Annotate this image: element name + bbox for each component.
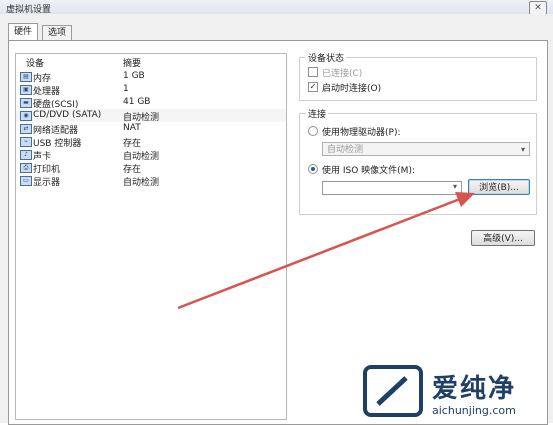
memory-icon: ▤	[20, 72, 32, 82]
device-row-memory[interactable]: ▤ 内存 1 GB	[16, 70, 286, 84]
cdrom-icon: ◉	[20, 111, 32, 121]
physical-drive-value: 自动检测	[327, 145, 364, 155]
watermark-url: aichunjing.com	[432, 404, 516, 417]
watermark-text: 爱纯净	[432, 374, 517, 404]
device-name: 显示器	[33, 178, 61, 188]
monitor-icon: ▭	[20, 176, 32, 186]
physical-drive-select[interactable]: 自动检测 ▾	[322, 142, 530, 156]
processor-icon: ▣	[20, 85, 32, 95]
physical-drive-radio[interactable]	[308, 126, 318, 136]
chevron-down-icon[interactable]: ▾	[453, 182, 457, 191]
column-header-summary[interactable]: 摘要	[123, 56, 141, 69]
tab-hardware[interactable]: 硬件	[8, 23, 39, 40]
device-row-monitor[interactable]: ▭ 显示器 自动检测	[16, 174, 286, 188]
device-list-header: 设备 摘要	[16, 54, 286, 69]
device-summary: 1 GB	[123, 71, 145, 81]
iso-image-label: 使用 ISO 映像文件(M):	[322, 166, 415, 176]
device-row-harddisk[interactable]: ▬ 硬盘(SCSI) 41 GB	[16, 96, 286, 110]
harddisk-icon: ▬	[20, 98, 32, 108]
connected-label: 已连接(C)	[322, 69, 363, 79]
connected-checkbox[interactable]	[308, 67, 318, 77]
physical-drive-label: 使用物理驱动器(P):	[322, 128, 401, 138]
device-row-processor[interactable]: ▣ 处理器 1	[16, 83, 286, 97]
device-row-network[interactable]: ⇄ 网络适配器 NAT	[16, 122, 286, 136]
device-row-sound[interactable]: ♪ 声卡 自动检测	[16, 148, 286, 162]
usb-icon: ⌁	[20, 137, 32, 147]
close-button[interactable]: ✕	[529, 1, 547, 15]
browse-button[interactable]: 浏览(B)...	[468, 179, 530, 195]
connection-group: 连接 使用物理驱动器(P): 自动检测 ▾ 使用 ISO 映像文件(M): ▾ …	[299, 107, 537, 215]
watermark-logo-icon	[363, 365, 423, 417]
iso-path-combo[interactable]: ▾	[322, 181, 462, 195]
title-bar: 虚拟机设置 ✕	[0, 0, 553, 15]
device-row-cdrom[interactable]: ◉ CD/DVD (SATA) 自动检测	[16, 109, 286, 123]
device-summary: 自动检测	[123, 178, 160, 188]
device-status-title: 设备状态	[306, 51, 347, 64]
device-summary: 1	[123, 84, 129, 94]
printer-icon: ⎙	[20, 163, 32, 173]
device-summary: 41 GB	[123, 97, 151, 107]
device-summary: NAT	[123, 123, 141, 133]
tab-options[interactable]: 选项	[42, 25, 73, 40]
connect-at-power-on-checkbox[interactable]: ✓	[308, 82, 318, 92]
column-header-device[interactable]: 设备	[26, 56, 44, 69]
watermark: 爱纯净 aichunjing.com	[362, 364, 552, 422]
chevron-down-icon: ▾	[520, 145, 525, 154]
device-row-printer[interactable]: ⎙ 打印机 存在	[16, 161, 286, 175]
sound-icon: ♪	[20, 150, 32, 160]
dialog-window: 硬件 选项 设备 摘要 ▤ 内存 1 GB ▣ 处理器 1 ▬ 硬盘(SCSI)…	[0, 14, 553, 425]
device-name: CD/DVD (SATA)	[33, 110, 102, 120]
network-icon: ⇄	[20, 124, 32, 134]
device-row-usb[interactable]: ⌁ USB 控制器 存在	[16, 135, 286, 149]
connect-at-power-on-label: 启动时连接(O)	[322, 84, 382, 94]
advanced-button[interactable]: 高级(V)...	[471, 230, 535, 246]
device-status-group: 设备状态 已连接(C) ✓ 启动时连接(O)	[299, 51, 537, 101]
connection-title: 连接	[306, 107, 329, 120]
iso-image-radio[interactable]	[308, 164, 318, 174]
device-list[interactable]: 设备 摘要 ▤ 内存 1 GB ▣ 处理器 1 ▬ 硬盘(SCSI) 41 GB…	[15, 53, 287, 420]
